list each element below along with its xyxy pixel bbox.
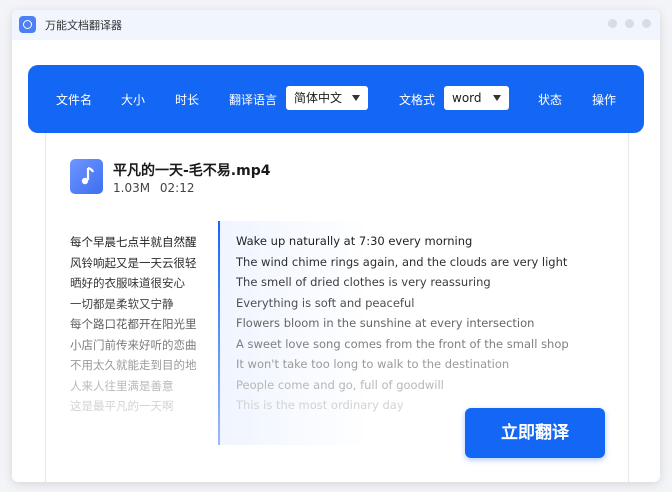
title-bar[interactable]: 万能文档翻译器 [12,10,660,40]
original-lyric-line: 每个早晨七点半就自然醒 [70,235,197,249]
panel-divider [218,221,220,445]
translated-lyric-line: This is the most ordinary day [236,398,404,412]
original-lyric-line: 风铃响起又是一天云很轻 [70,255,197,270]
app-logo-icon [19,16,36,33]
chevron-down-icon [352,95,360,101]
original-lyric-line: 不用太久就能走到目的地 [70,358,197,372]
file-list-header: 文件名 大小 时长 翻译语言 简体中文 文格式 word 状态 操作 [28,65,644,133]
chevron-down-icon [493,95,501,101]
column-status: 状态 [538,93,563,107]
column-action: 操作 [592,93,617,107]
language-select[interactable]: 简体中文 [286,86,368,110]
original-lyric-line: 这是最平凡的一天啊 [70,399,174,413]
column-format: 文格式 [399,93,436,107]
maximize-icon[interactable] [625,19,634,28]
column-duration: 时长 [175,93,200,107]
format-select[interactable]: word [444,86,509,110]
translated-lyric-line: The smell of dried clothes is very reass… [236,275,491,289]
original-lyric-line: 小店门前传来好听的恋曲 [70,337,197,352]
translated-lyric-line: People come and go, full of goodwill [236,377,444,392]
file-duration: 02:12 [159,181,195,195]
translated-lyric-line: The wind chime rings again, and the clou… [236,254,568,269]
original-lyric-line: 一切都是柔软又宁静 [70,296,174,311]
column-filename: 文件名 [56,93,93,107]
original-lyric-line: 晒好的衣服味道很安心 [70,276,185,290]
translated-lyric-line: A sweet love song comes from the front o… [236,336,569,351]
file-name: 平凡的一天-毛不易.mp4 [113,163,271,179]
translated-lyric-line: Everything is soft and peaceful [236,295,415,310]
original-lyric-line: 每个路口花都开在阳光里 [70,317,197,331]
translate-now-button[interactable]: 立即翻译 [465,408,605,458]
music-note-icon [70,159,103,194]
window-title: 万能文档翻译器 [45,19,122,32]
translated-lyric-line: It won't take too long to walk to the de… [236,357,510,371]
minimize-icon[interactable] [608,19,617,28]
close-icon[interactable] [642,19,651,28]
file-meta: 1.03M 02:12 [113,181,195,195]
original-lyric-line: 人来人往里满是善意 [70,378,174,393]
translated-lyric-line: Flowers bloom in the sunshine at every i… [236,316,535,330]
file-size: 1.03M [113,181,151,195]
format-select-value: word [452,91,482,105]
language-select-value: 简体中文 [294,91,343,105]
column-size: 大小 [121,93,146,107]
file-card: 平凡的一天-毛不易.mp4 1.03M 02:12 每个早晨七点半就自然醒 风铃响… [45,133,629,482]
app-window: 万能文档翻译器 文件名 大小 时长 翻译语言 简体中文 文格式 word 状态 … [12,10,660,482]
column-translate-language: 翻译语言 [229,93,278,107]
translated-lyric-line: Wake up naturally at 7:30 every morning [236,234,473,248]
